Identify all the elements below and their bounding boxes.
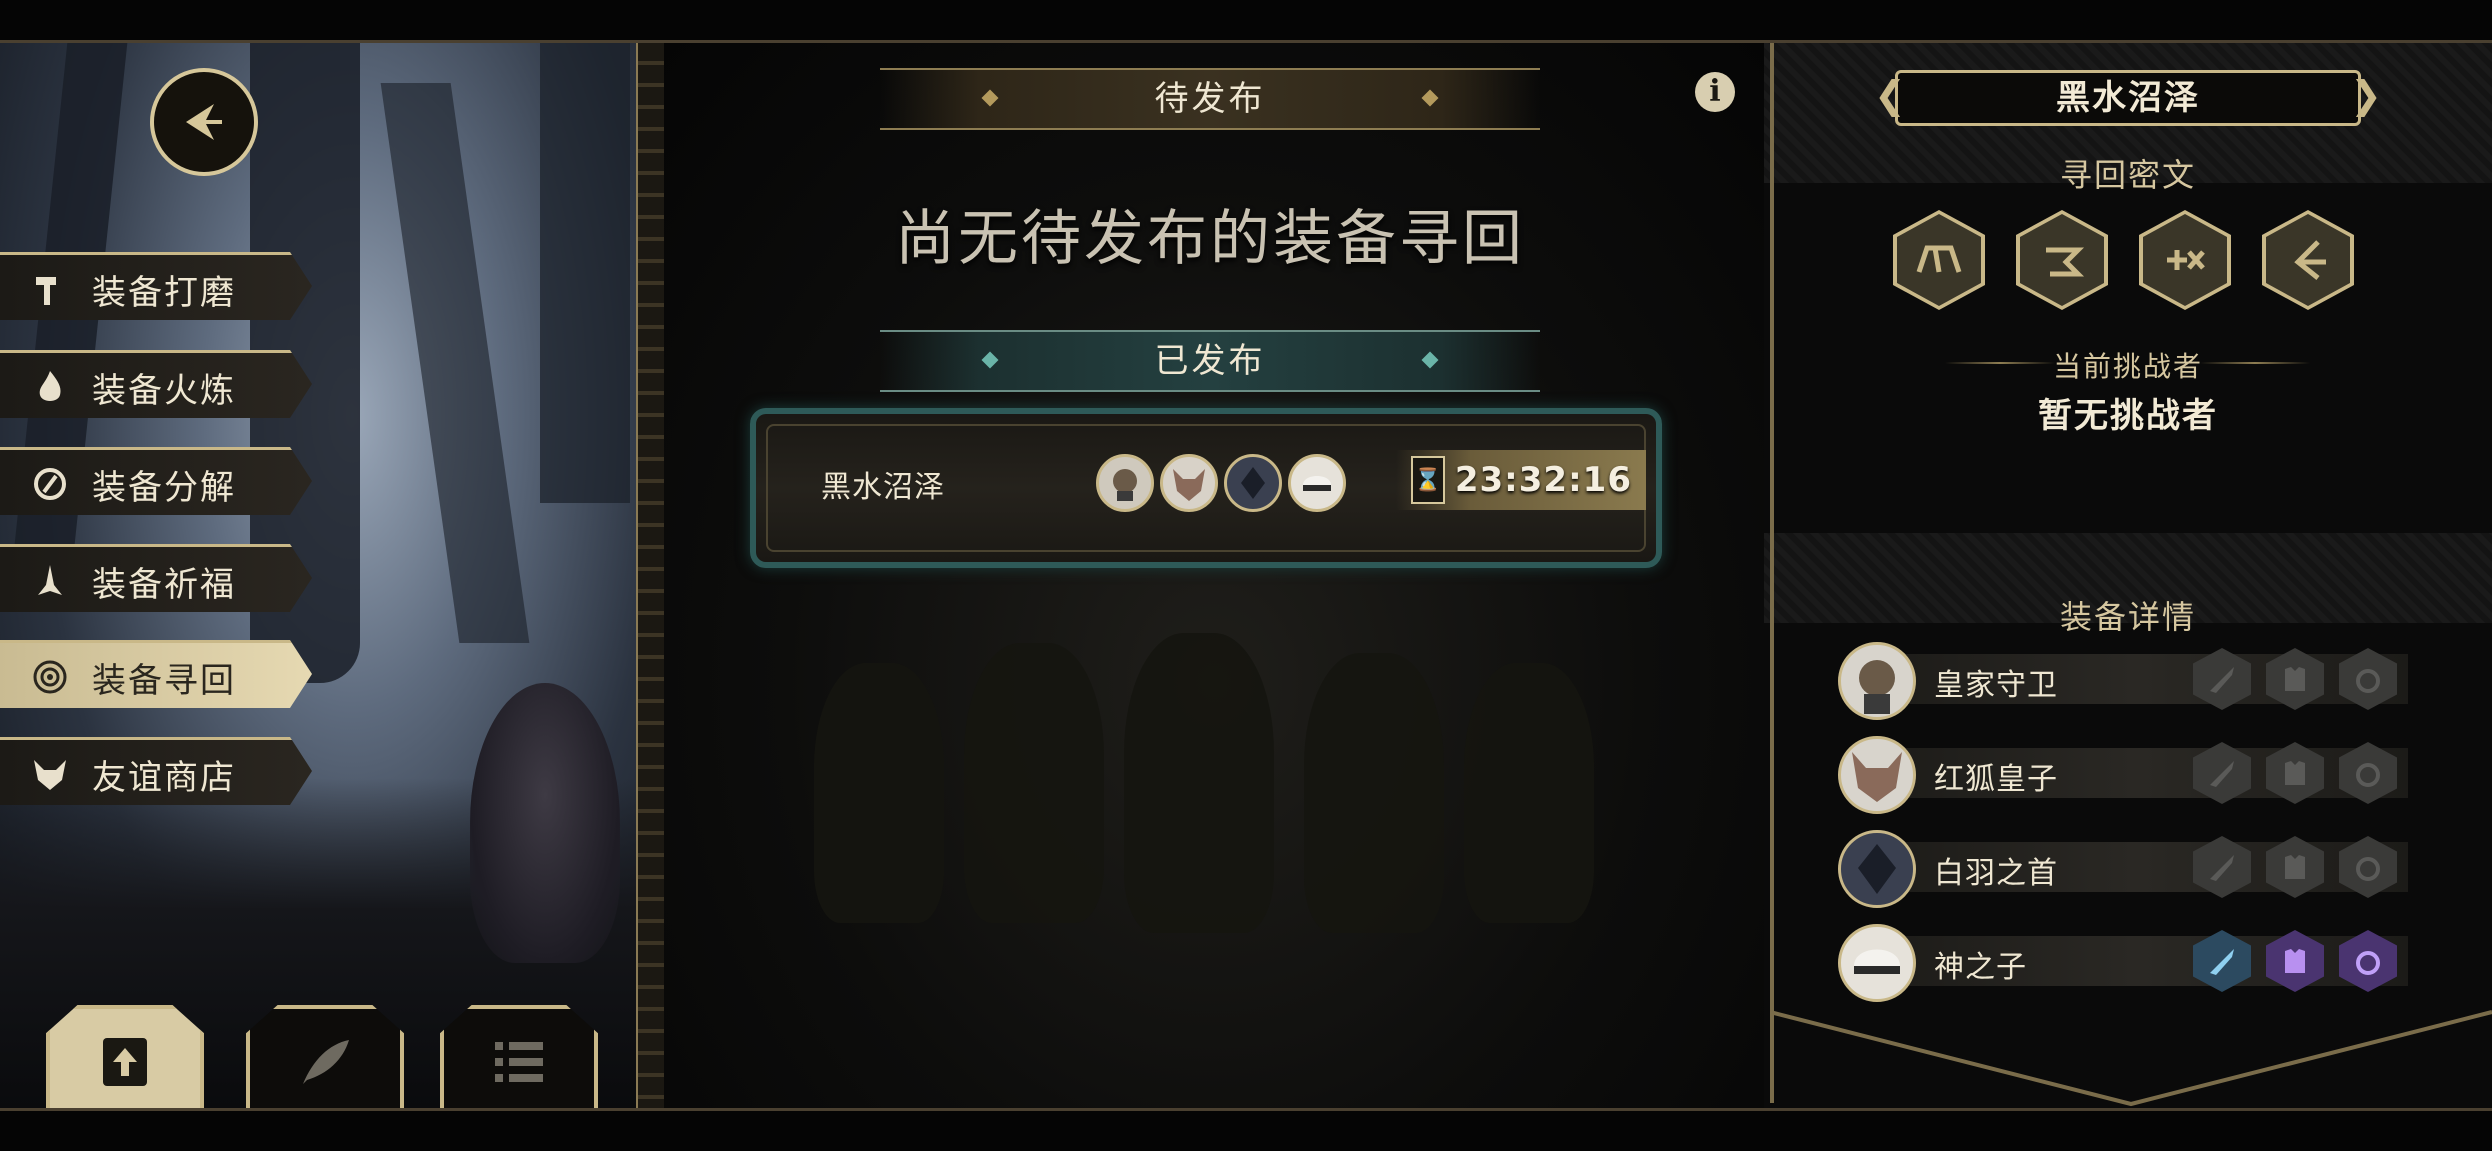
sword-icon bbox=[2210, 667, 2234, 693]
target-icon bbox=[28, 655, 72, 699]
fox-prince-portrait bbox=[1838, 736, 1916, 814]
runes-label: 寻回密文 bbox=[2059, 157, 2196, 193]
hammer-icon bbox=[28, 267, 72, 311]
son-of-god-portrait bbox=[1838, 924, 1916, 1002]
equip-details-label: 装备详情 bbox=[2059, 599, 2196, 635]
armor-icon bbox=[2285, 667, 2305, 691]
countdown-timer: ⌛ 23:32:16 bbox=[1396, 450, 1646, 510]
top-frame bbox=[0, 0, 2492, 43]
back-button[interactable] bbox=[150, 68, 258, 176]
published-avatars bbox=[1096, 454, 1346, 512]
flame-icon bbox=[28, 365, 72, 409]
equip-row[interactable]: 红狐皇子 bbox=[1838, 736, 2413, 814]
publish-icon bbox=[103, 1037, 147, 1086]
ring-icon bbox=[2356, 763, 2380, 787]
hero-character bbox=[470, 683, 620, 963]
guard-avatar bbox=[1096, 454, 1154, 512]
fox-avatar bbox=[1160, 454, 1218, 512]
feather-icon bbox=[303, 1039, 349, 1084]
armor-icon bbox=[2285, 855, 2305, 879]
publish-button[interactable] bbox=[46, 1005, 204, 1118]
sword-icon bbox=[2210, 761, 2234, 787]
rune-1-icon bbox=[1916, 245, 1962, 273]
right-panel-chevron bbox=[1770, 1010, 2492, 1107]
empty-message: 尚无待发布的装备寻回 bbox=[895, 205, 1525, 272]
bottom-frame bbox=[0, 1108, 2492, 1151]
published-card-title: 黑水沼泽 bbox=[821, 471, 945, 504]
equip-row[interactable]: 皇家守卫 bbox=[1838, 642, 2413, 720]
hourglass-icon: ⌛ bbox=[1410, 456, 1445, 504]
list-button[interactable] bbox=[440, 1005, 598, 1118]
ring-icon bbox=[2356, 857, 2380, 881]
ring-icon bbox=[2356, 669, 2380, 693]
menu-item-bless[interactable]: 装备祈福 bbox=[0, 544, 312, 612]
guard-portrait bbox=[1838, 642, 1916, 720]
rune-4-icon bbox=[2294, 240, 2326, 280]
published-card[interactable]: 黑水沼泽 ⌛ 23:32:16 bbox=[750, 408, 1662, 568]
menu-item-retrieve[interactable]: 装备寻回 bbox=[0, 640, 312, 708]
feather-button[interactable] bbox=[246, 1005, 404, 1118]
menu-item-dismantle[interactable]: 装备分解 bbox=[0, 447, 312, 515]
sword-icon bbox=[2210, 855, 2234, 881]
region-title: ❮ 黑水沼泽 ❯ bbox=[1874, 70, 2382, 126]
back-arrow-icon bbox=[186, 104, 222, 140]
challenger-label: 当前挑战者 bbox=[2052, 351, 2203, 382]
feather-avatar bbox=[1224, 454, 1282, 512]
menu-item-shop[interactable]: 友谊商店 bbox=[0, 737, 312, 805]
sword-icon bbox=[2210, 949, 2234, 975]
pray-hands-icon bbox=[28, 559, 72, 603]
pending-banner: 待发布 bbox=[880, 68, 1540, 130]
list-icon bbox=[495, 1041, 543, 1082]
armor-icon bbox=[2285, 761, 2305, 785]
info-button[interactable]: i bbox=[1695, 72, 1735, 112]
equip-row[interactable]: 白羽之首 bbox=[1838, 830, 2413, 908]
dismantle-icon bbox=[28, 462, 72, 506]
ring-icon bbox=[2356, 951, 2380, 975]
menu-item-forge[interactable]: 装备火炼 bbox=[0, 350, 312, 418]
published-banner: 已发布 bbox=[880, 330, 1540, 392]
fox-icon bbox=[28, 752, 72, 796]
helmet-avatar bbox=[1288, 454, 1346, 512]
challenger-value: 暂无挑战者 bbox=[2038, 397, 2218, 435]
menu-item-polish[interactable]: 装备打磨 bbox=[0, 252, 312, 320]
equip-row[interactable]: 神之子 bbox=[1838, 924, 2413, 1002]
rune-3-icon bbox=[2167, 250, 2205, 270]
rune-2-icon bbox=[2046, 247, 2085, 277]
white-feather-portrait bbox=[1838, 830, 1916, 908]
armor-icon bbox=[2285, 949, 2305, 973]
